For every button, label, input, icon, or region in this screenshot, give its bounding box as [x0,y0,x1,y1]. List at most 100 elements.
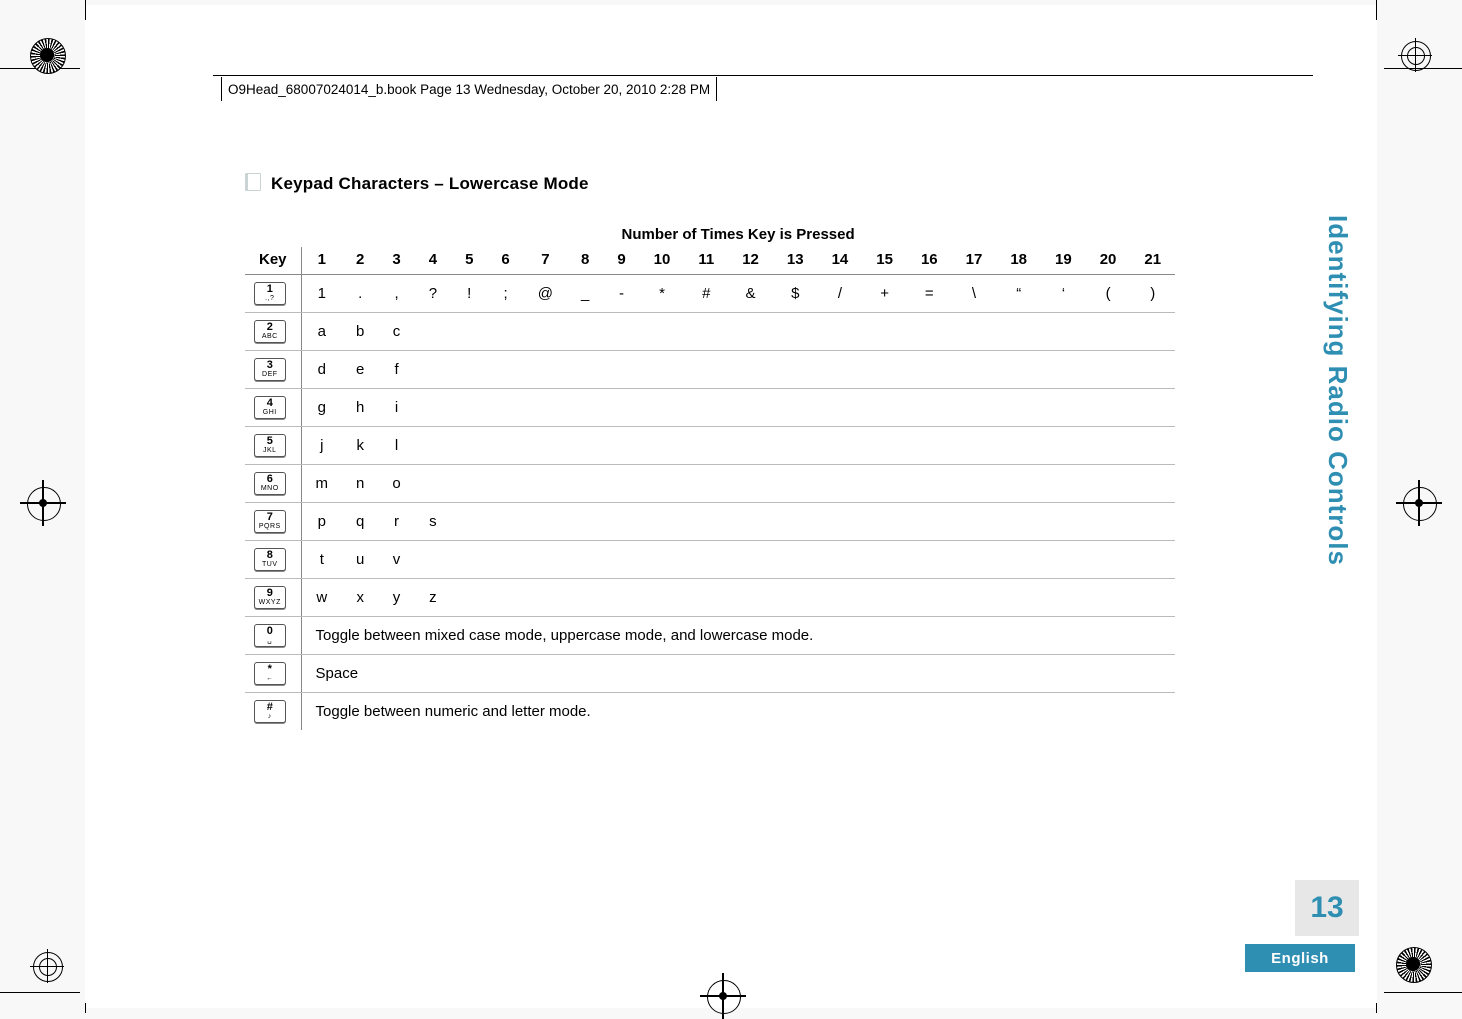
char-cell [952,579,997,617]
char-cell [1041,503,1086,541]
char-cell: \ [952,275,997,313]
char-cell [487,579,523,617]
char-cell [567,313,603,351]
char-cell [603,427,639,465]
char-cell [451,579,487,617]
key-cell: 9WXYZ [245,579,301,617]
char-cell [862,503,907,541]
char-cell: b [342,313,378,351]
column-header: 13 [773,247,818,275]
char-cell [907,503,952,541]
key-cell: 8TUV [245,541,301,579]
char-cell [524,427,567,465]
char-cell [996,389,1041,427]
char-cell [567,541,603,579]
char-cell [728,503,773,541]
char-cell [996,465,1041,503]
registration-mark-icon [30,38,66,74]
section-title: Keypad Characters – Lowercase Mode [245,173,1245,194]
char-cell: w [301,579,342,617]
char-cell: * [640,275,685,313]
header-running-text: O9Head_68007024014_b.book Page 13 Wednes… [221,77,717,101]
table-row: 8TUVtuv [245,541,1175,579]
column-header: 3 [378,247,414,275]
char-cell [640,579,685,617]
char-cell [773,579,818,617]
char-cell [487,503,523,541]
char-cell [640,389,685,427]
char-cell [1041,427,1086,465]
char-cell [996,579,1041,617]
registration-mark-icon [1398,38,1432,72]
char-cell [728,351,773,389]
char-cell: j [301,427,342,465]
char-cell [684,503,728,541]
row-description: Space [301,655,1175,693]
char-cell [603,503,639,541]
keypad-key-icon: #♪ [254,700,286,723]
column-header: 15 [862,247,907,275]
char-cell [728,427,773,465]
char-cell [524,541,567,579]
char-cell [952,503,997,541]
char-cell [451,427,487,465]
key-cell: #♪ [245,693,301,731]
char-cell [567,427,603,465]
char-cell [862,465,907,503]
char-cell: ; [487,275,523,313]
char-cell [996,541,1041,579]
column-header: 19 [1041,247,1086,275]
char-cell [487,351,523,389]
char-cell: m [301,465,342,503]
row-description: Toggle between mixed case mode, uppercas… [301,617,1175,655]
char-cell [487,389,523,427]
char-cell: , [378,275,414,313]
char-cell [1041,465,1086,503]
char-cell [603,351,639,389]
char-cell [603,313,639,351]
char-cell [907,351,952,389]
key-cell: 2ABC [245,313,301,351]
char-cell [728,541,773,579]
char-cell [1130,465,1175,503]
char-cell [640,465,685,503]
keypad-key-icon: 8TUV [254,548,286,571]
char-cell [451,313,487,351]
char-cell [684,465,728,503]
column-header: 1 [301,247,342,275]
char-cell [684,351,728,389]
char-cell [952,427,997,465]
char-cell [451,541,487,579]
column-header: 8 [567,247,603,275]
char-cell [487,465,523,503]
table-row: #♪Toggle between numeric and letter mode… [245,693,1175,731]
char-cell [1041,313,1086,351]
column-header: 10 [640,247,685,275]
key-cell: *← [245,655,301,693]
keypad-key-icon: 3DEF [254,358,286,381]
column-header: 4 [415,247,451,275]
keypad-key-icon: *← [254,662,286,685]
char-cell [1086,427,1131,465]
char-cell [728,465,773,503]
table-row: *← Space [245,655,1175,693]
char-cell: x [342,579,378,617]
char-cell [773,503,818,541]
char-cell [684,579,728,617]
language-label: English [1245,944,1355,972]
char-cell [1041,389,1086,427]
char-cell [524,351,567,389]
char-cell [862,313,907,351]
char-cell [996,313,1041,351]
char-cell [907,427,952,465]
char-cell [818,465,863,503]
char-cell [907,579,952,617]
char-cell [524,579,567,617]
keypad-key-icon: 4GHI [254,396,286,419]
char-cell: a [301,313,342,351]
key-cell: 0␣ [245,617,301,655]
page: O9Head_68007024014_b.book Page 13 Wednes… [85,5,1377,1008]
char-cell: p [301,503,342,541]
keypad-key-icon: 6MNO [254,472,286,495]
char-cell [1130,427,1175,465]
